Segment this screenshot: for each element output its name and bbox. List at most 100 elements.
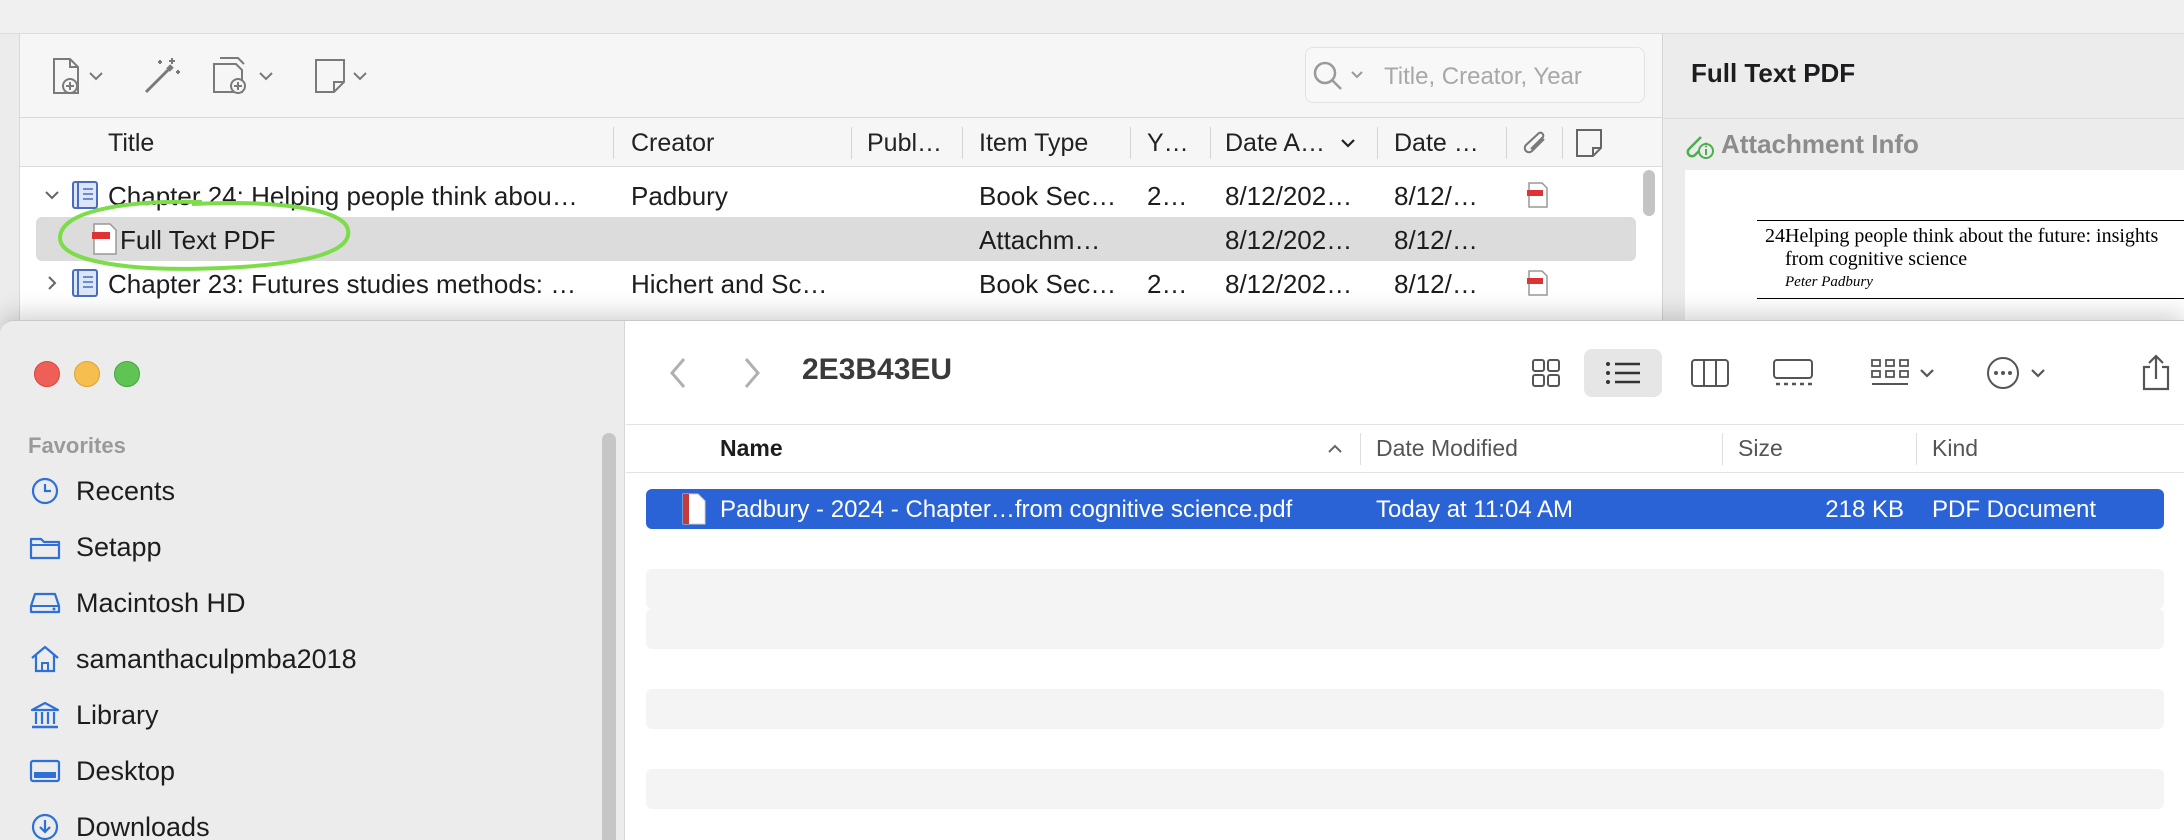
clock-icon <box>31 477 59 505</box>
preview-author: Peter Padbury <box>1785 274 1873 290</box>
sidebar-item-label: Desktop <box>76 755 176 786</box>
new-item-icon <box>53 58 79 94</box>
chevron-right-icon[interactable] <box>42 273 62 293</box>
minimize-button[interactable] <box>74 361 100 387</box>
gallery-view-button[interactable] <box>1760 349 1826 397</box>
file-list-header: Name Date Modified Size Kind <box>626 425 2184 473</box>
highlight-annotation <box>57 199 351 271</box>
item-creator: Padbury <box>631 181 728 211</box>
new-item-button[interactable] <box>48 54 104 98</box>
item-type: Book Sec… <box>979 181 1117 211</box>
item-year: 2… <box>1147 269 1188 299</box>
sidebar-item-setapp[interactable]: Setapp <box>28 527 162 567</box>
sidebar-scrollbar[interactable] <box>602 433 616 840</box>
zoom-button[interactable] <box>114 361 140 387</box>
window-top-strip <box>0 0 2184 34</box>
column-divider[interactable] <box>1506 127 1507 159</box>
column-item-type[interactable]: Item Type <box>979 129 1088 158</box>
pdf-icon[interactable] <box>1526 269 1550 297</box>
new-note-button[interactable] <box>312 54 368 98</box>
notes-column-icon[interactable] <box>1574 127 1604 159</box>
preview-title-line: from cognitive science <box>1785 248 1968 270</box>
finder-window: Favorites Recents Setapp Macintosh HD sa… <box>0 320 2184 840</box>
sidebar-item-label: Downloads <box>76 811 210 840</box>
column-year[interactable]: Y… <box>1147 129 1189 158</box>
column-kind[interactable]: Kind <box>1932 435 1978 462</box>
file-row-selected[interactable]: Padbury - 2024 - Chapter…from cognitive … <box>646 489 2164 529</box>
sidebar-item-desktop[interactable]: Desktop <box>28 751 175 791</box>
note-icon <box>315 59 345 93</box>
attachment-info-section[interactable]: Attachment Info <box>1663 118 2184 170</box>
column-divider[interactable] <box>851 127 852 159</box>
share-button[interactable] <box>2134 349 2178 397</box>
close-button[interactable] <box>34 361 60 387</box>
preview-rule <box>1757 298 2184 299</box>
empty-row-stripe <box>646 569 2164 609</box>
column-divider[interactable] <box>1360 433 1361 465</box>
sidebar-item-label: Macintosh HD <box>76 587 246 618</box>
search-field[interactable]: Title, Creator, Year <box>1305 47 1645 103</box>
column-size[interactable]: Size <box>1738 435 1783 462</box>
column-date-modified[interactable]: Date … <box>1394 129 1479 158</box>
more-options-icon <box>1987 357 2019 389</box>
item-creator: Hichert and Sc… <box>631 269 828 299</box>
icon-view-button[interactable] <box>1516 349 1576 397</box>
attachment-column-icon[interactable] <box>1520 129 1552 159</box>
list-view-button[interactable] <box>1584 349 1662 397</box>
action-button[interactable] <box>1976 349 2056 397</box>
grid-icon <box>1532 359 1560 387</box>
finder-content: 2E3B43EU Name Date Modified Size Kind Pa… <box>626 321 2184 840</box>
preview-rule <box>1757 220 2184 221</box>
item-type: Attachm… <box>979 225 1101 255</box>
magic-wand-button[interactable] <box>138 54 182 98</box>
column-divider[interactable] <box>962 127 963 159</box>
column-date-added[interactable]: Date A… <box>1225 129 1325 158</box>
gallery-icon <box>1773 359 1813 386</box>
column-divider[interactable] <box>1377 127 1378 159</box>
sidebar-item-home[interactable]: samanthaculpmba2018 <box>28 639 357 679</box>
finder-toolbar: 2E3B43EU <box>626 321 2184 425</box>
forward-icon[interactable] <box>740 355 764 391</box>
column-creator[interactable]: Creator <box>631 129 714 158</box>
file-size: 218 KB <box>1825 496 1904 523</box>
file-kind: PDF Document <box>1932 496 2097 523</box>
item-date-modified: 8/12/… <box>1394 225 1478 255</box>
chevron-down-icon <box>353 72 367 81</box>
item-type: Book Sec… <box>979 269 1117 299</box>
item-date-modified: 8/12/… <box>1394 269 1478 299</box>
sidebar-item-macintosh-hd[interactable]: Macintosh HD <box>28 583 246 623</box>
columns-icon <box>1691 359 1729 387</box>
items-scrollbar[interactable] <box>1643 170 1655 216</box>
search-placeholder: Title, Creator, Year <box>1384 63 1582 90</box>
column-divider[interactable] <box>1916 433 1917 465</box>
chevron-down-icon <box>1351 71 1363 79</box>
column-divider[interactable] <box>613 127 614 159</box>
item-date-added: 8/12/202… <box>1225 225 1353 255</box>
new-collection-button[interactable] <box>210 54 274 98</box>
folder-icon <box>29 537 61 560</box>
column-divider[interactable] <box>1210 127 1211 159</box>
sidebar-item-label: Library <box>76 699 159 730</box>
empty-row-stripe <box>646 689 2164 729</box>
column-divider[interactable] <box>1562 127 1563 159</box>
favorites-heading: Favorites <box>28 433 126 458</box>
column-view-button[interactable] <box>1680 349 1740 397</box>
pdf-icon[interactable] <box>1526 181 1550 209</box>
back-icon[interactable] <box>666 355 690 391</box>
item-year: 2… <box>1147 181 1188 211</box>
column-name[interactable]: Name <box>720 435 783 462</box>
group-button[interactable] <box>1858 349 1948 397</box>
column-divider[interactable] <box>1130 127 1131 159</box>
sort-ascending-icon <box>1328 444 1342 453</box>
item-date-added: 8/12/202… <box>1225 181 1353 211</box>
column-title[interactable]: Title <box>108 129 154 158</box>
sidebar-item-recents[interactable]: Recents <box>28 471 175 511</box>
item-date-modified: 8/12/… <box>1394 181 1478 211</box>
sidebar-item-downloads[interactable]: Downloads <box>28 807 210 840</box>
sidebar-item-library[interactable]: Library <box>28 695 159 735</box>
column-publication[interactable]: Publ… <box>867 129 942 158</box>
column-divider[interactable] <box>1722 433 1723 465</box>
items-column-header: Title Creator Publ… Item Type Y… Date A…… <box>20 119 1662 167</box>
column-date-modified[interactable]: Date Modified <box>1376 435 1518 462</box>
add-attachment-icon <box>213 57 246 94</box>
